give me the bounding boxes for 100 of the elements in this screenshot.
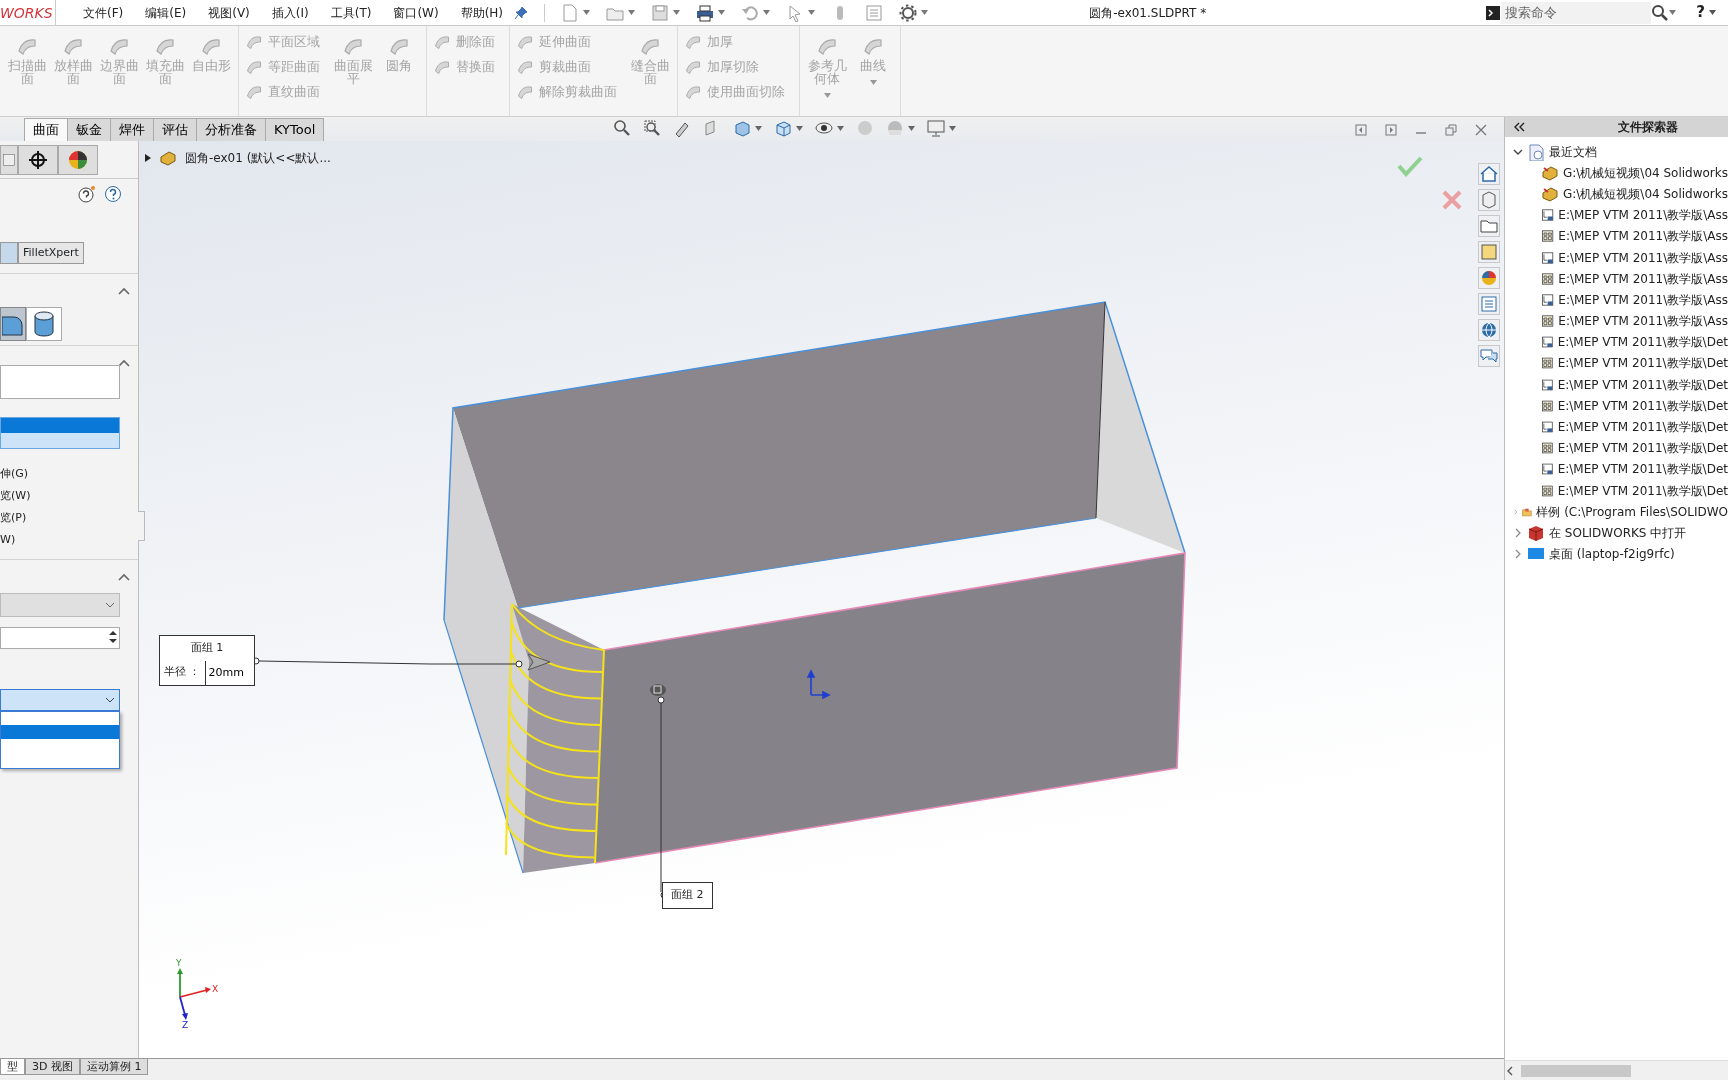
caret-icon[interactable] (583, 10, 591, 15)
tile-right-icon[interactable] (1384, 123, 1398, 137)
close-icon[interactable] (1474, 123, 1488, 137)
callout-panel[interactable]: 面组 1 半径 ： 20mm (159, 635, 255, 686)
menu-item[interactable]: 文件(F) (72, 0, 135, 26)
tab[interactable]: 型 (0, 1059, 25, 1075)
menu-item[interactable]: 视图(V) (197, 0, 261, 26)
chevron-right-icon[interactable] (1513, 527, 1523, 538)
panel-tab[interactable] (18, 144, 58, 175)
chevron-left-icon[interactable] (1505, 1065, 1515, 1076)
tree-item[interactable]: E:\MEP VTM 2011\教学版\Det (1505, 458, 1728, 480)
tree-item[interactable]: 桌面 (laptop-f2ig9rfc) (1505, 543, 1728, 565)
tree-item[interactable]: 在 SOLIDWORKS 中打开 (1505, 522, 1728, 544)
option-label[interactable]: 览(P) (0, 507, 138, 529)
menu-item[interactable]: 编辑(E) (134, 0, 198, 26)
tab[interactable]: 评估 (153, 118, 197, 141)
search-icon[interactable] (1651, 3, 1670, 22)
caret-icon[interactable] (808, 10, 816, 15)
tab[interactable]: 曲面 (24, 118, 68, 141)
tab[interactable]: KYTool (265, 118, 325, 141)
tree-item[interactable]: E:\MEP VTM 2011\教学版\Det (1505, 416, 1728, 438)
drag-handle-icon[interactable] (527, 653, 551, 671)
tree-item[interactable]: E:\MEP VTM 2011\教学版\Det (1505, 437, 1728, 459)
menu-item[interactable]: 帮助(H) (449, 0, 515, 26)
caret-icon[interactable] (949, 125, 957, 131)
color-wheel-icon[interactable] (1478, 267, 1500, 289)
surface-box-drawing[interactable] (443, 301, 1186, 874)
caret-icon[interactable] (763, 10, 771, 15)
tree-item[interactable]: E:\MEP VTM 2011\教学版\Ass (1505, 225, 1728, 247)
option-label[interactable]: 览(W) (0, 485, 138, 507)
spin-field[interactable] (0, 627, 120, 649)
save-icon[interactable] (651, 3, 670, 22)
list-icon[interactable] (1478, 293, 1500, 315)
selection-box[interactable] (0, 365, 120, 399)
caret-icon[interactable] (1709, 10, 1716, 15)
panel-tab[interactable] (58, 144, 98, 175)
tree-item[interactable]: E:\MEP VTM 2011\教学版\Det (1505, 331, 1728, 353)
menu-item[interactable]: 插入(I) (260, 0, 320, 26)
tab[interactable]: 运动算例 1 (79, 1059, 149, 1075)
cube-icon[interactable] (774, 119, 793, 137)
selection-list[interactable] (0, 417, 120, 449)
expand-icon[interactable] (145, 154, 151, 162)
tree-item[interactable]: E:\MEP VTM 2011\教学版\Ass (1505, 310, 1728, 332)
caret-icon[interactable] (1669, 10, 1677, 15)
tree-item[interactable]: E:\MEP VTM 2011\教学版\Ass (1505, 204, 1728, 226)
eye-icon[interactable] (815, 119, 834, 137)
menu-item[interactable]: 窗口(W) (382, 0, 450, 26)
pin-icon[interactable] (514, 5, 529, 20)
option-label[interactable]: W) (0, 529, 138, 551)
dropdown-list[interactable] (0, 711, 120, 769)
caret-icon[interactable] (796, 125, 804, 131)
menu-item[interactable]: 工具(T) (319, 0, 383, 26)
dropdown-field[interactable] (0, 689, 120, 711)
tree-item[interactable]: 最近文档 (1505, 141, 1728, 163)
restore-icon[interactable] (1444, 123, 1458, 137)
chevron-up-icon[interactable] (118, 572, 130, 581)
monitor-icon[interactable] (927, 119, 946, 137)
palette-icon[interactable] (1478, 241, 1500, 263)
fillet-type-button[interactable] (26, 307, 62, 341)
print-icon[interactable] (696, 3, 715, 22)
chevron-right-icon[interactable] (1513, 549, 1523, 560)
caret-icon[interactable] (673, 10, 681, 15)
spin-arrows-icon[interactable] (107, 628, 119, 646)
caret-icon[interactable] (755, 125, 763, 131)
tree-item[interactable]: E:\MEP VTM 2011\教学版\Det (1505, 480, 1728, 502)
callout-label[interactable]: 面组 2 (662, 882, 713, 909)
folder-icon[interactable] (1478, 215, 1500, 237)
help-icon[interactable] (104, 185, 122, 203)
caret-icon[interactable] (718, 10, 726, 15)
filletxpert-tab[interactable]: FilletXpert (18, 242, 84, 264)
home-icon[interactable] (1478, 163, 1500, 185)
option-label[interactable]: 伸(G) (0, 463, 138, 485)
collapse-icon[interactable] (1513, 122, 1527, 132)
magnifier-icon[interactable] (643, 119, 662, 137)
chat-icon[interactable] (1478, 345, 1500, 367)
tree-item[interactable]: E:\MEP VTM 2011\教学版\Det (1505, 395, 1728, 417)
gear-icon[interactable] (899, 3, 918, 22)
tree-item[interactable]: 样例 (C:\Program Files\SOLIDWO (1505, 501, 1728, 523)
help-button[interactable]: ? (1692, 1, 1709, 24)
chevron-up-icon[interactable] (118, 358, 130, 367)
globe-icon[interactable] (1478, 319, 1500, 341)
tree-item[interactable]: E:\MEP VTM 2011\教学版\Ass (1505, 246, 1728, 269)
undo-icon[interactable] (741, 3, 760, 22)
parts-library-icon[interactable] (1478, 189, 1500, 211)
cube-icon[interactable] (733, 119, 752, 137)
tree-item[interactable]: E:\MEP VTM 2011\教学版\Det (1505, 352, 1728, 375)
tree-item[interactable]: E:\MEP VTM 2011\教学版\Det (1505, 374, 1728, 396)
horizontal-scrollbar[interactable] (1505, 1060, 1728, 1080)
caret-icon[interactable] (628, 10, 636, 15)
caret-icon[interactable] (908, 125, 916, 131)
search-field[interactable]: 搜索命令 (1501, 1, 1652, 24)
help-icon[interactable] (78, 185, 96, 203)
tree-item[interactable]: G:\机械短视频\04 Solidworks (1505, 183, 1728, 205)
part-icon[interactable] (159, 149, 177, 167)
tree-item[interactable]: G:\机械短视频\04 Solidworks (1505, 162, 1728, 184)
tab[interactable]: 3D 视图 (25, 1059, 80, 1075)
tab[interactable]: 焊件 (110, 118, 154, 141)
magnifier-icon[interactable] (613, 119, 632, 137)
tab[interactable]: 分析准备 (196, 118, 266, 141)
splitter-handle[interactable] (138, 511, 145, 541)
